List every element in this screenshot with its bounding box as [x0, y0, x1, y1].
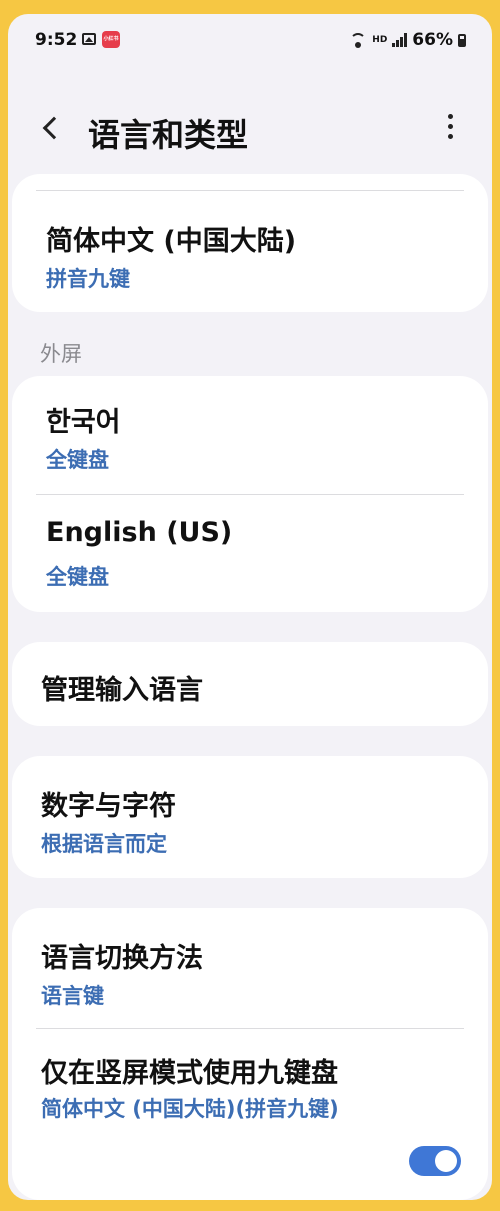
page-title: 语言和类型	[88, 116, 249, 154]
item-subtitle: 根据语言而定	[41, 832, 167, 856]
item-subtitle: 全键盘	[46, 448, 109, 472]
item-title: 简体中文 (中国大陆)	[46, 226, 297, 257]
more-options-icon[interactable]	[448, 114, 454, 144]
item-subtitle: 全键盘	[46, 565, 109, 589]
manage-input-languages-button[interactable]: 管理输入语言	[12, 642, 488, 726]
language-item-english[interactable]: English (US) 全键盘	[12, 495, 488, 612]
item-title: 语言切换方法	[41, 943, 203, 974]
main-screen-languages-card: 简体中文 (中国大陆) 拼音九键	[12, 174, 488, 312]
item-subtitle: 语言键	[41, 984, 104, 1008]
portrait-t9-toggle[interactable]	[409, 1146, 461, 1176]
language-switch-card: 语言切换方法 语言键 仅在竖屏模式使用九键盘 简体中文 (中国大陆)(拼音九键)	[12, 908, 488, 1200]
item-title: 한국어	[46, 407, 121, 438]
language-item-chinese[interactable]: 简体中文 (中国大陆) 拼音九键	[12, 191, 488, 312]
battery-percent: 66%	[412, 30, 453, 50]
phone-screen: 9:52 小红书 HD 66% 语言和类型 简体中文 (中国大陆) 拼音九键 外…	[8, 14, 492, 1200]
numbers-and-symbols-card[interactable]: 数字与字符 根据语言而定	[12, 756, 488, 878]
battery-icon	[458, 33, 466, 47]
item-title: 数字与字符	[41, 791, 176, 822]
xiaohongshu-app-icon: 小红书	[102, 31, 120, 48]
gallery-icon	[82, 33, 96, 45]
back-arrow-icon[interactable]	[42, 116, 66, 140]
language-switch-method-item[interactable]: 语言切换方法 语言键	[12, 908, 488, 1028]
wifi-icon	[349, 33, 367, 48]
section-header-cover-screen: 外屏	[40, 342, 82, 366]
hd-label: HD	[372, 35, 388, 45]
status-right: HD 66%	[349, 30, 466, 50]
item-subtitle: 拼音九键	[46, 267, 130, 291]
status-bar: 9:52 小红书 HD 66%	[8, 14, 492, 66]
app-header: 语言和类型	[8, 100, 492, 160]
item-title: 管理输入语言	[41, 675, 203, 706]
item-title: English (US)	[46, 517, 233, 548]
language-item-korean[interactable]: 한국어 全键盘	[12, 376, 488, 494]
portrait-only-t9-item[interactable]: 仅在竖屏模式使用九键盘 简体中文 (中国大陆)(拼音九键)	[12, 1029, 488, 1200]
cover-screen-languages-card: 한국어 全键盘 English (US) 全键盘	[12, 376, 488, 612]
status-time: 9:52	[35, 30, 78, 50]
item-title: 仅在竖屏模式使用九键盘	[41, 1058, 338, 1089]
signal-icon	[392, 33, 408, 47]
item-subtitle: 简体中文 (中国大陆)(拼音九键)	[41, 1097, 339, 1121]
